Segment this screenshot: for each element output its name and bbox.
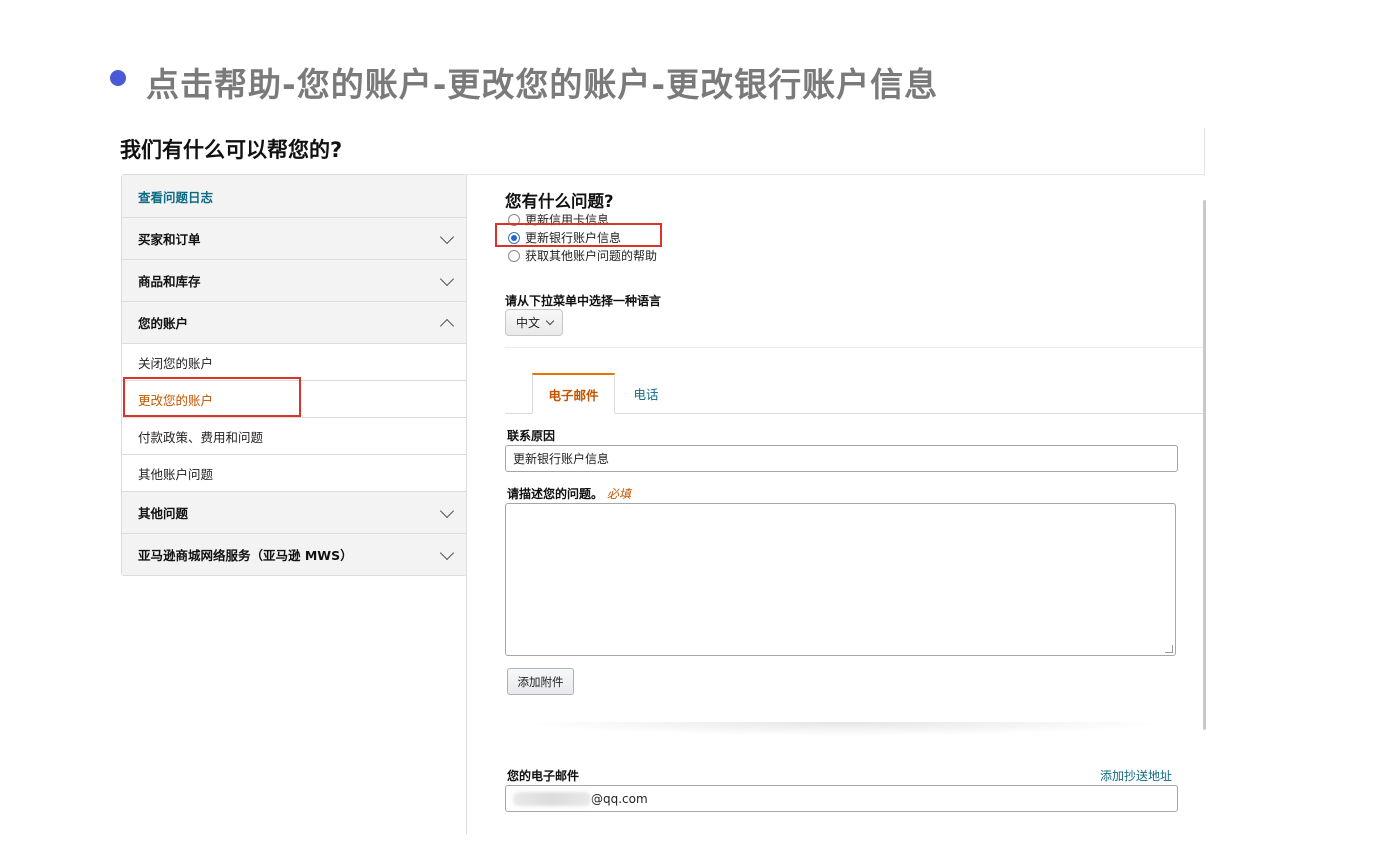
sidebar-item-label: 付款政策、费用和问题 [138,429,264,445]
sidebar-item-label: 买家和订单 [138,232,201,247]
sidebar-item-label: 亚马逊商城网络服务（亚马逊 MWS） [138,548,353,563]
describe-label: 请描述您的问题。 必填 [507,485,631,502]
chevron-down-icon [439,229,455,244]
sidebar-item-products-inventory[interactable]: 商品和库存 [122,259,466,301]
section-separator [520,722,1170,736]
sidebar-item-label: 其他问题 [138,506,189,521]
reason-field[interactable]: 更新银行账户信息 [505,445,1178,472]
tab-label: 电话 [633,387,659,402]
sidebar-subitem-close-account[interactable]: 关闭您的账户 [122,343,466,380]
radio-button[interactable] [508,249,520,262]
required-marker: 必填 [607,487,632,501]
language-label: 请从下拉菜单中选择一种语言 [505,294,662,308]
describe-textarea[interactable] [505,503,1176,656]
chevron-down-icon [439,503,455,518]
sidebar-subitem-other-account[interactable]: 其他账户问题 [122,454,466,491]
email-label: 您的电子邮件 [507,769,580,783]
reason-label: 联系原因 [507,429,556,443]
slide-bullet [110,70,126,86]
sidebar-item-other-issues[interactable]: 其他问题 [122,491,466,533]
scrollbar[interactable] [1203,200,1206,730]
sidebar-item-your-account[interactable]: 您的账户 [122,301,466,343]
question-title: 您有什么问题? [505,192,614,211]
chevron-down-icon [545,316,555,326]
sidebar-item-label: 关闭您的账户 [138,355,214,371]
email-suffix: @qq.com [591,791,648,806]
email-redacted [513,791,591,806]
chevron-down-icon [439,271,455,286]
sidebar-item-label: 您的账户 [138,316,189,331]
describe-label-text: 请描述您的问题。 [507,487,604,501]
resize-handle-icon[interactable] [1165,645,1173,653]
chevron-up-icon [439,318,455,333]
highlight-box-option [495,223,662,247]
highlight-box-sidebar [123,377,301,417]
option-label: 获取其他账户问题的帮助 [525,249,658,263]
sidebar-item-label: 其他账户问题 [138,466,214,482]
add-attachment-button[interactable]: 添加附件 [507,668,574,695]
sidebar-item-label: 查看问题日志 [138,189,214,205]
language-value: 中文 [516,316,541,330]
page-title: 我们有什么可以帮您的? [120,138,343,162]
tab-email[interactable]: 电子邮件 [532,373,615,414]
chevron-down-icon [439,545,455,560]
divider [505,347,1203,348]
option-other-account-help[interactable]: 获取其他账户问题的帮助 [508,247,657,264]
sidebar-item-mws[interactable]: 亚马逊商城网络服务（亚马逊 MWS） [122,533,466,575]
help-sidebar: 查看问题日志 买家和订单 商品和库存 您的账户 关闭您的账户 更改您的账户 付款… [121,174,467,576]
reason-value: 更新银行账户信息 [513,452,610,466]
sidebar-subitem-payment-policy[interactable]: 付款政策、费用和问题 [122,417,466,454]
email-field[interactable]: @qq.com [505,785,1178,812]
sidebar-item-issue-log[interactable]: 查看问题日志 [122,175,466,217]
add-cc-link[interactable]: 添加抄送地址 [1100,767,1172,784]
slide-title: 点击帮助-您的账户-更改您的账户-更改银行账户信息 [146,65,939,104]
tab-label: 电子邮件 [548,387,599,403]
sidebar-item-buyers-orders[interactable]: 买家和订单 [122,217,466,259]
tab-phone[interactable]: 电话 [618,373,674,414]
language-select[interactable]: 中文 [505,309,563,336]
sidebar-item-label: 商品和库存 [138,274,201,289]
